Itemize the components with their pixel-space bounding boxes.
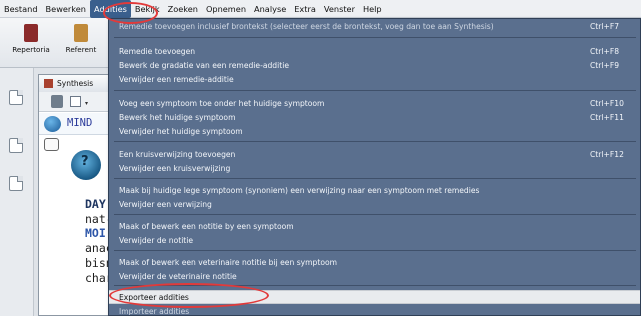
menu-item-label: Maak bij huidige lege symptoom (synoniem… [119, 186, 480, 195]
menubar: Bestand Bewerken Addities Bekijk Zoeken … [0, 0, 641, 18]
menu-item-verwijder-verwijzing[interactable]: Verwijder een verwijzing [109, 198, 640, 211]
menu-item-verwijder-kruisverwijzing[interactable]: Verwijder een kruisverwijzing [109, 162, 640, 175]
menu-item-kruisverwijzing-toevoegen[interactable]: Een kruisverwijzing toevoegen Ctrl+F12 [109, 148, 640, 161]
menu-item-shortcut: Ctrl+F12 [590, 150, 624, 159]
menu-item-label: Maak of bewerk een notitie by een sympto… [119, 222, 294, 231]
chapter-title: MIND [67, 117, 93, 129]
menu-item-label: Verwijder het huidige symptoom [119, 127, 243, 136]
menu-item-voeg-symptoom[interactable]: Voeg een symptoom toe onder het huidige … [109, 97, 640, 110]
menu-item-label: Een kruisverwijzing toevoegen [119, 150, 236, 159]
menu-zoeken[interactable]: Zoeken [164, 0, 202, 18]
head-question-icon: ? [71, 150, 101, 180]
menu-item-verwijder-symptoom[interactable]: Verwijder het huidige symptoom [109, 125, 640, 138]
repertory-book-icon [24, 24, 38, 42]
menu-item-verwijder-remedie[interactable]: Verwijder een remedie-additie [109, 73, 640, 86]
menu-item-shortcut: Ctrl+F10 [590, 99, 624, 108]
menu-help[interactable]: Help [359, 0, 386, 18]
addities-menu: Remedie toevoegen inclusief brontekst (s… [108, 18, 641, 316]
menu-item-shortcut: Ctrl+F8 [590, 47, 620, 56]
menu-item-label: Verwijder een remedie-additie [119, 75, 234, 84]
menu-analyse[interactable]: Analyse [250, 0, 290, 18]
document-icon-2[interactable] [9, 176, 23, 191]
menu-item-remedie-brontekst[interactable]: Remedie toevoegen inclusief brontekst (s… [109, 20, 640, 33]
menu-item-label: Bewerk de gradatie van een remedie-addit… [119, 61, 289, 70]
menu-item-verwijder-veterinaire-notitie[interactable]: Verwijder de veterinaire notitie [109, 270, 640, 283]
referent-button[interactable]: Referent [52, 22, 110, 64]
menu-item-label: Importeer addities [119, 307, 190, 316]
menu-item-bewerk-symptoom[interactable]: Bewerk het huidige symptoom Ctrl+F11 [109, 111, 640, 124]
menu-item-shortcut: Ctrl+F7 [590, 22, 620, 31]
menu-separator [114, 141, 636, 142]
page-icon[interactable] [70, 96, 81, 107]
annotation-ring-addities [103, 2, 158, 24]
menu-venster[interactable]: Venster [320, 0, 359, 18]
reference-book-icon [74, 24, 88, 42]
menu-item-shortcut: Ctrl+F9 [590, 61, 620, 70]
menu-item-verwijder-notitie[interactable]: Verwijder de notitie [109, 234, 640, 247]
menu-item-bewerk-gradatie[interactable]: Bewerk de gradatie van een remedie-addit… [109, 59, 640, 72]
menu-item-remedie-toevoegen[interactable]: Remedie toevoegen Ctrl+F8 [109, 45, 640, 58]
menu-item-label: Verwijder de veterinaire notitie [119, 272, 237, 281]
menu-item-label: Verwijder een verwijzing [119, 200, 212, 209]
menu-separator [114, 90, 636, 91]
document-icon[interactable] [9, 138, 23, 153]
tools-icon[interactable] [51, 95, 63, 108]
menu-item-label: Bewerk het huidige symptoom [119, 113, 236, 122]
menu-item-maak-verwijzing[interactable]: Maak bij huidige lege symptoom (synoniem… [109, 184, 640, 197]
question-mark: ? [81, 154, 89, 169]
menu-item-label: Remedie toevoegen [119, 47, 196, 56]
menu-item-label: Voeg een symptoom toe onder het huidige … [119, 99, 325, 108]
menu-item-maak-veterinaire-notitie[interactable]: Maak of bewerk een veterinaire notitie b… [109, 256, 640, 269]
menu-separator [114, 250, 636, 251]
referent-label: Referent [65, 45, 97, 54]
menu-item-label: Verwijder de notitie [119, 236, 194, 245]
left-panel [0, 68, 34, 316]
menu-separator [114, 178, 636, 179]
annotation-ring-exporteer [109, 283, 269, 308]
new-document-icon[interactable] [9, 90, 23, 105]
menu-opnemen[interactable]: Opnemen [202, 0, 250, 18]
content-line: DAY [85, 197, 106, 211]
menu-item-label: Verwijder een kruisverwijzing [119, 164, 231, 173]
synthesis-icon [44, 79, 53, 88]
menu-bestand[interactable]: Bestand [0, 0, 42, 18]
content-line: MOI [85, 226, 106, 240]
menu-item-label: Maak of bewerk een veterinaire notitie b… [119, 258, 338, 267]
menu-extra[interactable]: Extra [290, 0, 320, 18]
mind-chapter-icon [44, 116, 61, 132]
menu-separator [114, 214, 636, 215]
repertoria-label: Repertoria [12, 45, 50, 54]
menu-item-shortcut: Ctrl+F11 [590, 113, 624, 122]
menu-bewerken[interactable]: Bewerken [42, 0, 90, 18]
dropdown-arrow-icon[interactable]: ▾ [85, 100, 88, 107]
pointing-hand-icon[interactable] [44, 138, 59, 151]
menu-separator [114, 37, 636, 38]
menu-item-maak-notitie[interactable]: Maak of bewerk een notitie by een sympto… [109, 220, 640, 233]
tab-label: Synthesis [57, 79, 94, 88]
menu-item-label: Remedie toevoegen inclusief brontekst (s… [119, 22, 494, 31]
